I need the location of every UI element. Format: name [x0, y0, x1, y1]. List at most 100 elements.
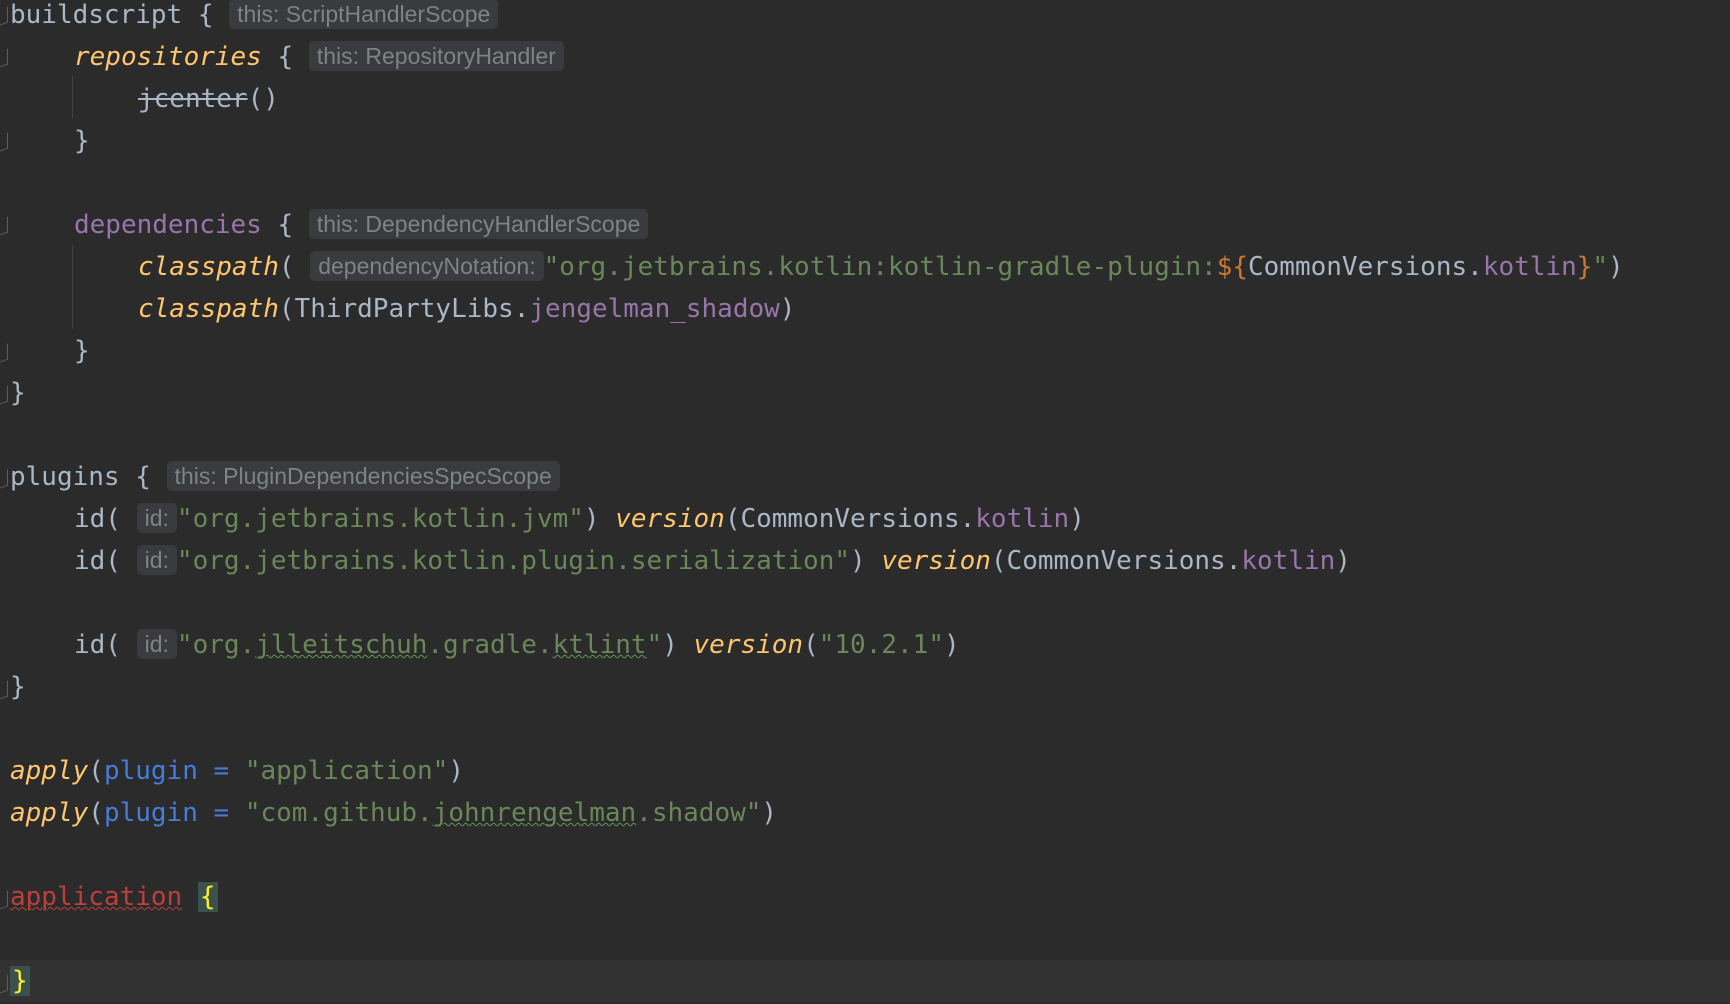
- function-id: id(: [74, 630, 121, 660]
- close-paren: ): [779, 294, 796, 324]
- close-brace: }: [10, 378, 26, 408]
- indent-guide: [72, 76, 73, 118]
- keyword-dependencies: dependencies: [74, 210, 262, 240]
- code-line-10[interactable]: }: [10, 372, 26, 414]
- code-editor[interactable]: buildscript { this: ScriptHandlerScope r…: [0, 0, 1730, 1004]
- string-literal: .shadow": [636, 798, 762, 828]
- open-paren: (: [803, 630, 819, 660]
- open-paren: (: [278, 252, 295, 282]
- code-line-13[interactable]: id( id: "org.jetbrains.kotlin.jvm") versi…: [74, 498, 1085, 540]
- close-paren: ): [1069, 504, 1085, 534]
- code-line-16[interactable]: id( id: "org.jlleitschuh.gradle.ktlint") …: [74, 624, 960, 666]
- fold-marker-icon[interactable]: [0, 48, 8, 68]
- inlay-hint: dependencyNotation:: [310, 250, 544, 281]
- keyword-buildscript: buildscript: [10, 0, 183, 30]
- close-brace: }: [10, 672, 26, 702]
- open-brace: {: [261, 210, 294, 240]
- indent-guide: [72, 245, 73, 329]
- string-literal: .gradle.: [427, 630, 553, 660]
- fold-marker-icon[interactable]: [0, 890, 8, 910]
- string-literal: "org.jetbrains.kotlin.jvm": [176, 504, 584, 534]
- object-ref: CommonVersions.: [1248, 252, 1483, 282]
- close-brace: }: [74, 336, 90, 366]
- code-line-22[interactable]: application {: [10, 876, 218, 918]
- code-line-17[interactable]: }: [10, 666, 26, 708]
- matched-close-brace: }: [10, 966, 30, 996]
- open-paren: (: [88, 798, 104, 828]
- parens: (): [247, 84, 279, 114]
- close-paren: ): [1608, 252, 1624, 282]
- function-id: id(: [74, 504, 121, 534]
- function-classpath: classpath: [138, 294, 279, 324]
- string-literal: "org.jetbrains.kotlin.plugin.serializati…: [176, 546, 851, 576]
- open-paren: (: [88, 756, 104, 786]
- code-line-19[interactable]: apply(plugin = "application"): [10, 750, 464, 792]
- string-literal: "org.jetbrains.kotlin:kotlin-gradle-plug…: [543, 252, 1217, 282]
- fold-marker-icon[interactable]: [0, 974, 8, 994]
- fold-marker-icon[interactable]: [0, 385, 8, 405]
- code-line-7[interactable]: classpath( dependencyNotation: "org.jetbr…: [138, 246, 1624, 288]
- property-ref: kotlin: [1241, 546, 1336, 576]
- open-brace: {: [261, 42, 294, 72]
- open-brace: {: [182, 0, 214, 30]
- inlay-hint: id:: [136, 544, 177, 575]
- inlay-hint: id:: [136, 502, 177, 533]
- code-line-9[interactable]: }: [74, 330, 90, 372]
- string-literal: "10.2.1": [818, 630, 944, 660]
- typo-word: jlleitschuh: [255, 630, 428, 660]
- code-line-20[interactable]: apply(plugin = "com.github.johnrengelman…: [10, 792, 777, 834]
- code-line-12[interactable]: plugins { this: PluginDependenciesSpecSc…: [10, 456, 560, 498]
- code-line-8[interactable]: classpath(ThirdPartyLibs.jengelman_shado…: [138, 288, 795, 330]
- function-version: version: [693, 630, 804, 660]
- close-paren: ): [448, 756, 464, 786]
- code-line-2[interactable]: repositories { this: RepositoryHandler: [74, 36, 564, 78]
- named-argument: plugin: [103, 756, 198, 786]
- code-line-1[interactable]: buildscript { this: ScriptHandlerScope: [10, 0, 499, 36]
- deprecated-function: jcenter: [138, 84, 248, 114]
- function-version: version: [881, 546, 991, 576]
- code-line-4[interactable]: }: [74, 120, 90, 162]
- close-paren: ): [583, 504, 616, 534]
- function-classpath: classpath: [138, 252, 279, 282]
- function-apply: apply: [10, 756, 89, 786]
- object-ref: (ThirdPartyLibs.: [278, 294, 530, 324]
- keyword-repositories: repositories: [74, 42, 262, 72]
- inlay-hint: this: PluginDependenciesSpecScope: [166, 460, 560, 491]
- named-argument: plugin: [103, 798, 198, 828]
- function-version: version: [615, 504, 725, 534]
- string-literal: "org.: [176, 630, 256, 660]
- close-brace: }: [74, 126, 90, 156]
- matched-open-brace: {: [197, 882, 218, 912]
- object-ref: (CommonVersions.: [724, 504, 976, 534]
- code-line-24[interactable]: }: [10, 960, 30, 1002]
- string-end: ": [1592, 252, 1609, 282]
- fold-marker-icon[interactable]: [0, 6, 8, 26]
- code-line-3[interactable]: jcenter(): [138, 78, 279, 120]
- fold-marker-icon[interactable]: [0, 216, 8, 236]
- open-brace: {: [119, 462, 151, 492]
- fold-marker-icon[interactable]: [0, 343, 8, 363]
- inlay-hint: this: DependencyHandlerScope: [308, 208, 649, 239]
- fold-marker-icon[interactable]: [0, 680, 8, 700]
- property-ref: kotlin: [975, 504, 1070, 534]
- code-line-6[interactable]: dependencies { this: DependencyHandlerSc…: [74, 204, 649, 246]
- object-ref: (CommonVersions.: [990, 546, 1242, 576]
- property-ref: kotlin: [1482, 252, 1577, 282]
- inlay-hint: id:: [136, 628, 177, 659]
- fold-marker-icon[interactable]: [0, 469, 8, 489]
- unresolved-reference: application: [10, 882, 183, 912]
- keyword-plugins: plugins: [10, 462, 120, 492]
- equals-sign: =: [197, 798, 245, 828]
- fold-marker-icon[interactable]: [0, 132, 8, 152]
- string-literal: "com.github.: [244, 798, 433, 828]
- current-line-highlight: [0, 960, 1730, 1002]
- close-paren: ): [943, 630, 960, 660]
- template-close: }: [1576, 252, 1593, 282]
- code-line-14[interactable]: id( id: "org.jetbrains.kotlin.plugin.seri…: [74, 540, 1351, 582]
- string-end: ": [646, 630, 663, 660]
- string-literal: "application": [244, 756, 449, 786]
- function-apply: apply: [10, 798, 89, 828]
- equals-sign: =: [197, 756, 245, 786]
- property-ref: jengelman_shadow: [529, 294, 780, 324]
- function-id: id(: [74, 546, 121, 576]
